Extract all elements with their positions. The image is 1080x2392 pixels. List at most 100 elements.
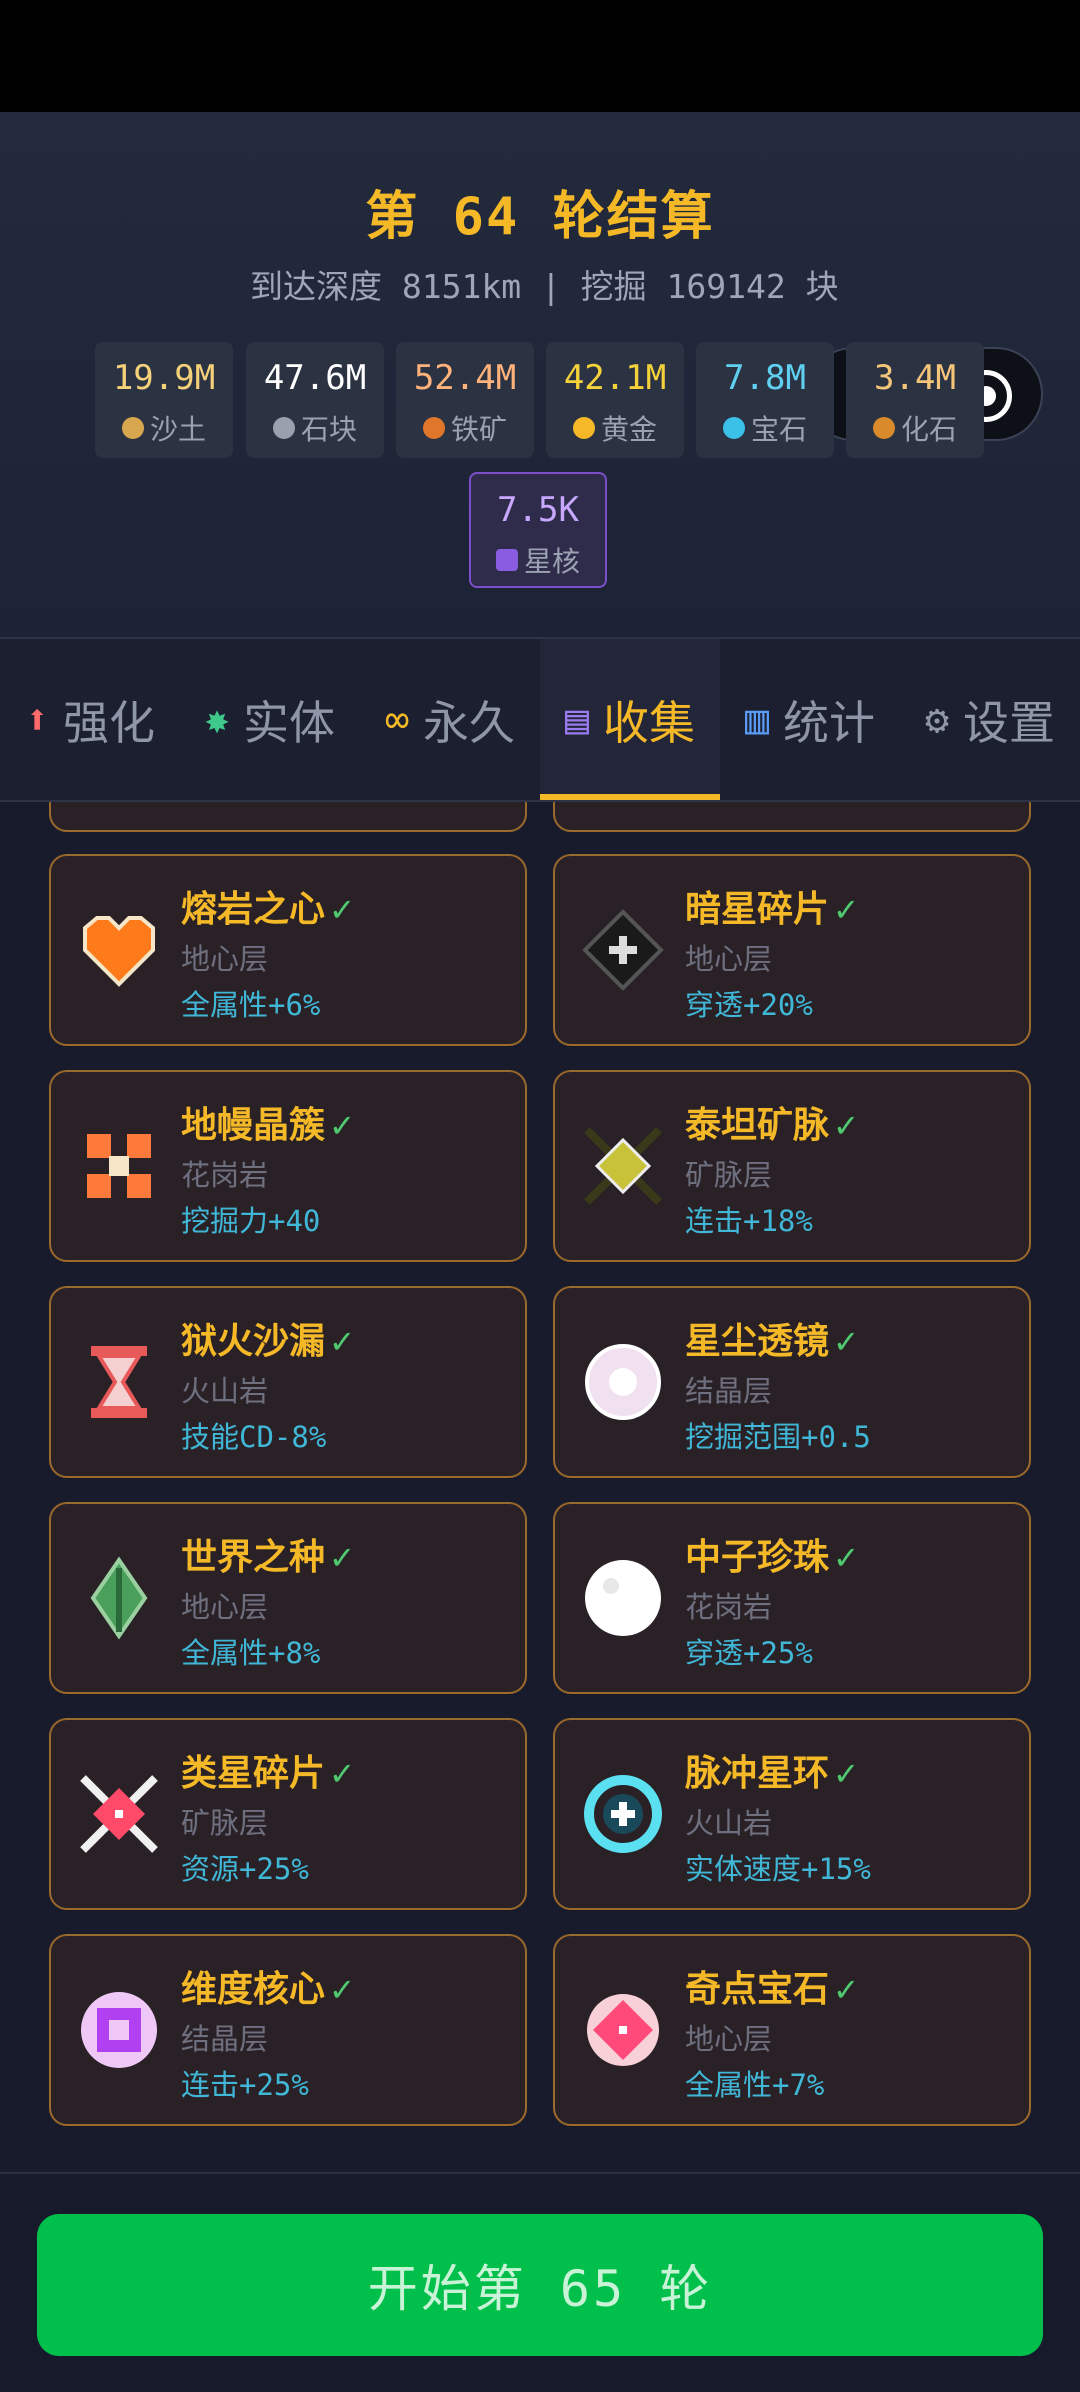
resource-label: 沙土: [95, 408, 233, 448]
collection-card-partial: [553, 802, 1031, 832]
collection-card-partial: [49, 802, 527, 832]
resource-label-text: 宝石: [750, 413, 807, 446]
footer: 开始第 65 轮: [0, 2172, 1080, 2392]
resource-gold: 42.1M 黄金: [546, 342, 684, 458]
item-bonus: 资源+25%: [181, 1852, 309, 1886]
resource-label-text: 化石: [900, 413, 957, 446]
fossil-icon: [872, 417, 895, 439]
status-bar: [0, 0, 1080, 112]
tab-book[interactable]: ▤ 收集: [540, 639, 720, 800]
collection-card[interactable]: 泰坦矿脉 ✓ 矿脉层 连击+18%: [553, 1070, 1031, 1262]
item-name: 维度核心 ✓: [181, 1969, 353, 2010]
collection-card[interactable]: 暗星碎片 ✓ 地心层穿透+20%: [553, 854, 1031, 1046]
collected-check-icon: ✓: [835, 1537, 857, 1578]
item-bonus: 全属性+7%: [685, 2068, 825, 2102]
item-bonus: 穿透+25%: [685, 1636, 813, 1670]
item-bonus: 穿透+20%: [685, 988, 813, 1022]
collection-card[interactable]: 脉冲星环 ✓ 火山岩实体速度+15%: [553, 1718, 1031, 1910]
resource-label: 宝石: [696, 408, 834, 448]
gold-icon: [572, 417, 595, 439]
collection-card[interactable]: 地幔晶簇 ✓ 花岗岩 挖掘力+40: [49, 1070, 527, 1262]
gem-icon: [722, 417, 745, 439]
item-layer: 矿脉层: [685, 1158, 773, 1192]
tab-label: 统计: [783, 695, 876, 750]
resource-label-text: 黄金: [600, 413, 657, 446]
resource-fossil: 3.4M 化石: [846, 342, 984, 458]
collection-card[interactable]: 维度核心 ✓ 结晶层连击+25%: [49, 1934, 527, 2126]
tab-label: 强化: [63, 695, 156, 750]
collection-card[interactable]: 熔岩之心 ✓ 地心层 全属性+6%: [49, 854, 527, 1046]
collected-check-icon: ✓: [331, 1969, 353, 2010]
item-bonus: 挖掘范围+0.5: [685, 1420, 871, 1454]
mantle-crystal-icon: [87, 1134, 151, 1198]
tab-gear-green[interactable]: ✸ 实体: [180, 639, 360, 800]
tab-settings[interactable]: ⚙ 设置: [900, 639, 1080, 800]
item-name: 暗星碎片 ✓: [685, 889, 857, 930]
pulsar-ring-icon: [584, 1775, 662, 1853]
item-bonus: 实体速度+15%: [685, 1852, 871, 1886]
tab-infinity[interactable]: ∞ 永久: [360, 639, 540, 800]
collected-check-icon: ✓: [835, 1321, 857, 1362]
collection-card[interactable]: 世界之种 ✓ 地心层全属性+8%: [49, 1502, 527, 1694]
item-name: 奇点宝石 ✓: [685, 1969, 857, 2010]
item-layer: 地心层: [685, 942, 773, 976]
singularity-gem-icon: [587, 1994, 659, 2066]
collection-card[interactable]: 狱火沙漏 ✓ 火山岩 技能CD-8%: [49, 1286, 527, 1478]
active-tab-indicator: [540, 794, 720, 800]
collected-check-icon: ✓: [835, 1753, 857, 1794]
item-name: 类星碎片 ✓: [181, 1753, 353, 1794]
item-layer: 地心层: [181, 1590, 269, 1624]
collected-check-icon: ✓: [331, 1753, 353, 1794]
item-name: 中子珍珠 ✓: [685, 1537, 857, 1578]
collection-card[interactable]: 星尘透镜 ✓ 结晶层 挖掘范围+0.5: [553, 1286, 1031, 1478]
collection-card[interactable]: 类星碎片 ✓ 矿脉层 资源+25%: [49, 1718, 527, 1910]
tab-upgrade-arrow[interactable]: ⬆ 强化: [0, 639, 180, 800]
collected-check-icon: ✓: [835, 1969, 857, 2010]
resource-label: 化石: [846, 408, 984, 448]
collection-card[interactable]: 中子珍珠 ✓ 花岗岩穿透+25%: [553, 1502, 1031, 1694]
item-name: 地幔晶簇 ✓: [181, 1105, 353, 1146]
resource-value: 47.6M: [263, 358, 367, 398]
round-summary-header: 第 64 轮结算 到达深度 8151km | 挖掘 169142 块 19.9M…: [0, 112, 1080, 637]
item-layer: 地心层: [685, 2022, 773, 2056]
collected-check-icon: ✓: [331, 1105, 353, 1146]
item-bonus: 挖掘力+40: [181, 1204, 321, 1238]
resource-star-core: 7.5K 星核: [469, 472, 607, 588]
resource-value: 42.1M: [563, 358, 667, 398]
resource-gem: 7.8M 宝石: [696, 342, 834, 458]
book-icon: ▤: [564, 696, 590, 743]
resource-value: 52.4M: [413, 358, 517, 398]
item-layer: 花岗岩: [685, 1590, 773, 1624]
iron-ore-icon: [422, 417, 445, 439]
item-layer: 火山岩: [685, 1806, 773, 1840]
item-bonus: 连击+25%: [181, 2068, 309, 2102]
resource-stone: 47.6M 石块: [246, 342, 384, 458]
collection-list[interactable]: 熔岩之心 ✓ 地心层 全属性+6% 暗星碎片 ✓ 地心层 穿透+20% 地幔晶簇 ✓ 花岗岩 挖掘力+…: [0, 802, 1080, 2172]
item-bonus: 全属性+6%: [181, 988, 321, 1022]
resource-label-text: 石块: [300, 413, 357, 446]
item-name: 星尘透镜 ✓: [685, 1321, 857, 1362]
neutron-pearl-icon: [585, 1560, 661, 1636]
item-bonus: 技能CD-8%: [181, 1420, 327, 1454]
gear-green-icon: ✸: [204, 696, 230, 743]
item-name: 脉冲星环 ✓: [685, 1753, 857, 1794]
item-name: 熔岩之心 ✓: [181, 889, 353, 930]
round-subtitle: 到达深度 8151km | 挖掘 169142 块: [250, 267, 839, 306]
collected-check-icon: ✓: [331, 889, 353, 930]
star-core-icon: [495, 549, 518, 571]
item-name: 世界之种 ✓: [181, 1537, 353, 1578]
hellfire-hourglass-icon: [91, 1346, 147, 1418]
item-bonus: 全属性+8%: [181, 1636, 321, 1670]
start-next-round-button[interactable]: 开始第 65 轮: [37, 2214, 1043, 2356]
resource-value: 7.5K: [497, 490, 579, 530]
quasar-shard-icon: [80, 1775, 158, 1853]
collection-card[interactable]: 奇点宝石 ✓ 地心层全属性+7%: [553, 1934, 1031, 2126]
dark-star-shard-icon: [582, 909, 664, 991]
tab-bar-chart[interactable]: ▥ 统计: [720, 639, 900, 800]
stardust-lens-icon: [585, 1344, 661, 1420]
lava-heart-icon: [83, 916, 155, 987]
collected-check-icon: ✓: [835, 1105, 857, 1146]
resource-value: 3.4M: [874, 358, 956, 398]
item-layer: 结晶层: [181, 2022, 269, 2056]
tab-label: 设置: [963, 695, 1056, 750]
